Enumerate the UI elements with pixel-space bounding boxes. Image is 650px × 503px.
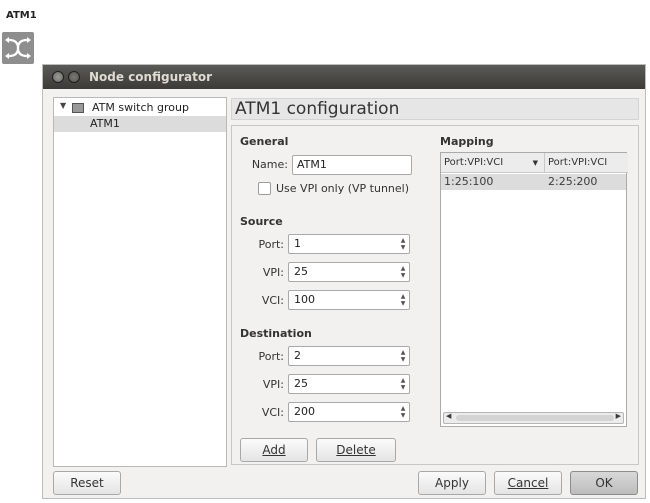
minimize-icon[interactable] xyxy=(68,71,80,83)
destination-vci-label: VCI: xyxy=(261,406,284,419)
source-port-value: 1 xyxy=(294,237,301,250)
title-bar: Node configurator xyxy=(43,65,645,89)
cancel-button[interactable]: Cancel xyxy=(494,471,562,495)
spin-arrows-icon[interactable]: ▲ ▼ xyxy=(399,293,407,307)
tree-item-atm1[interactable]: ATM1 xyxy=(54,116,226,132)
mapping-column-source[interactable]: Port:VPI:VCI ▼ xyxy=(441,153,545,173)
spin-arrows-icon[interactable]: ▲ ▼ xyxy=(399,349,407,363)
dialog-title: Node configurator xyxy=(89,70,213,84)
source-vci-spinbox[interactable]: 100 ▲ ▼ xyxy=(288,290,410,310)
destination-heading: Destination xyxy=(240,327,312,340)
tree-item-group[interactable]: ▼ ATM switch group xyxy=(54,100,226,116)
close-icon[interactable] xyxy=(52,71,64,83)
destination-vpi-spinbox[interactable]: 25 ▲ ▼ xyxy=(288,374,410,394)
tree-item-group-label: ATM switch group xyxy=(92,101,189,114)
destination-vci-spinbox[interactable]: 200 ▲ ▼ xyxy=(288,402,410,422)
mapping-column-source-label: Port:VPI:VCI xyxy=(444,157,504,168)
destination-port-value: 2 xyxy=(294,349,301,362)
source-port-spinbox[interactable]: 1 ▲ ▼ xyxy=(288,234,410,254)
config-panel: General Name: ATM1 Use VPI only (VP tunn… xyxy=(231,125,639,465)
expand-arrow-icon[interactable]: ▼ xyxy=(60,101,66,110)
delete-button[interactable]: Delete xyxy=(316,438,396,462)
scroll-left-icon[interactable]: ◀ xyxy=(446,412,451,420)
scrollbar-thumb[interactable] xyxy=(456,415,614,421)
name-field[interactable]: ATM1 xyxy=(292,155,412,175)
add-button[interactable]: Add xyxy=(240,438,308,462)
atm-switch-group-icon xyxy=(72,103,84,113)
destination-vci-value: 200 xyxy=(294,405,315,418)
spin-arrows-icon[interactable]: ▲ ▼ xyxy=(399,405,407,419)
name-label: Name: xyxy=(251,158,288,171)
atm-switch-icon[interactable] xyxy=(2,32,34,64)
destination-port-spinbox[interactable]: 2 ▲ ▼ xyxy=(288,346,410,366)
destination-vpi-label: VPI: xyxy=(262,378,284,391)
vpi-only-checkbox[interactable] xyxy=(258,182,271,195)
ok-button[interactable]: OK xyxy=(570,471,638,495)
vpi-only-label: Use VPI only (VP tunnel) xyxy=(276,182,409,195)
general-heading: General xyxy=(240,135,289,148)
mapping-column-destination-label: Port:VPI:VCI xyxy=(548,157,608,168)
node-label: ATM1 xyxy=(6,10,37,21)
spin-arrows-icon[interactable]: ▲ ▼ xyxy=(399,237,407,251)
node-tree[interactable]: ▼ ATM switch group ATM1 xyxy=(53,97,227,467)
destination-vpi-value: 25 xyxy=(294,377,308,390)
add-button-label: Add xyxy=(262,443,286,457)
source-vpi-label: VPI: xyxy=(262,266,284,279)
mapping-table[interactable]: Port:VPI:VCI ▼ Port:VPI:VCI 1:25:100 2:2… xyxy=(440,152,628,427)
source-port-label: Port: xyxy=(258,238,284,251)
node-configurator-dialog: Node configurator ▼ ATM switch group ATM… xyxy=(42,64,646,499)
horizontal-scrollbar[interactable]: ◀ ▶ xyxy=(443,412,624,424)
source-heading: Source xyxy=(240,215,283,228)
tree-item-atm1-label: ATM1 xyxy=(90,117,120,130)
mapping-cell-source: 1:25:100 xyxy=(444,175,494,188)
source-vci-label: VCI: xyxy=(261,294,284,307)
mapping-column-destination[interactable]: Port:VPI:VCI xyxy=(545,153,628,173)
sort-down-icon: ▼ xyxy=(532,159,538,167)
scroll-right-icon[interactable]: ▶ xyxy=(616,412,621,420)
reset-button[interactable]: Reset xyxy=(53,471,121,495)
mapping-cell-destination: 2:25:200 xyxy=(548,175,598,188)
apply-button[interactable]: Apply xyxy=(418,471,486,495)
source-vpi-value: 25 xyxy=(294,265,308,278)
source-vpi-spinbox[interactable]: 25 ▲ ▼ xyxy=(288,262,410,282)
spin-arrows-icon[interactable]: ▲ ▼ xyxy=(399,377,407,391)
table-row[interactable]: 1:25:100 2:25:200 xyxy=(441,174,626,190)
config-title: ATM1 configuration xyxy=(231,98,639,120)
source-vci-value: 100 xyxy=(294,293,315,306)
delete-button-label: Delete xyxy=(336,443,376,457)
mapping-heading: Mapping xyxy=(440,135,494,148)
spin-arrows-icon[interactable]: ▲ ▼ xyxy=(399,265,407,279)
destination-port-label: Port: xyxy=(258,350,284,363)
cancel-button-label: Cancel xyxy=(507,476,549,490)
